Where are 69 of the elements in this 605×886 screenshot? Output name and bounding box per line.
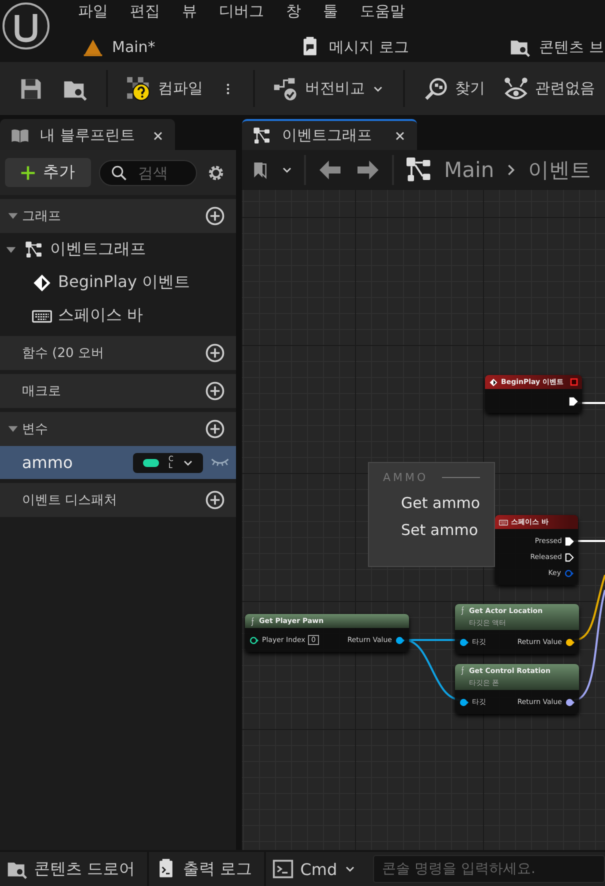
tree-item[interactable]: 이벤트그래프 xyxy=(0,233,236,266)
document-tab[interactable]: 콘텐츠 브 xyxy=(539,38,604,56)
menu-item[interactable]: 파일 xyxy=(74,2,126,20)
menu-heading: AMMO xyxy=(383,471,428,484)
find-icon xyxy=(423,76,449,102)
menu-item[interactable]: 툴 xyxy=(319,2,356,20)
document-tab[interactable]: Main* xyxy=(112,38,156,56)
breadcrumb-item[interactable]: Main xyxy=(444,158,494,182)
section-title: 매크로 xyxy=(21,383,62,400)
event-diamond-icon xyxy=(32,272,52,292)
menu-item[interactable]: 뷰 xyxy=(178,2,215,20)
tab-label: 이벤트그래프 xyxy=(282,126,373,145)
console-field[interactable]: 콘솔 명령을 입력하세요. xyxy=(382,861,604,877)
data-pin[interactable] xyxy=(565,638,575,646)
section-title: 함수 (20 오버 xyxy=(21,345,105,362)
find-button[interactable]: 찾기 xyxy=(417,72,491,106)
exec-pin[interactable] xyxy=(569,396,578,406)
delegate-pin-icon xyxy=(570,378,578,386)
data-pin[interactable] xyxy=(565,698,575,706)
function-icon xyxy=(459,606,466,615)
compile-icon xyxy=(126,76,152,102)
eye-icon xyxy=(503,76,529,102)
data-pin[interactable] xyxy=(395,636,405,644)
diff-icon xyxy=(273,76,299,102)
add-icon[interactable] xyxy=(204,489,226,511)
menu-item[interactable]: 창 xyxy=(282,2,319,20)
tab-label: 내 블루프린트 xyxy=(40,126,136,145)
menu-item[interactable]: 디버그 xyxy=(215,2,282,20)
menu-item[interactable]: Get ammo xyxy=(383,490,480,517)
exec-pin[interactable] xyxy=(565,536,574,546)
add-button[interactable]: 추가 xyxy=(5,158,91,187)
menu-item[interactable]: 편집 xyxy=(126,2,178,20)
graph-icon xyxy=(24,240,44,260)
search-field[interactable]: 검색 xyxy=(138,164,186,182)
tree-item[interactable]: 스페이스 바 xyxy=(0,299,236,332)
plus-icon xyxy=(19,164,37,182)
search-icon xyxy=(110,164,128,182)
function-icon xyxy=(459,666,466,675)
cmd-button[interactable]: Cmd xyxy=(266,852,370,886)
content-drawer-button[interactable]: 콘텐츠 드로어 xyxy=(0,852,150,886)
add-icon[interactable] xyxy=(204,205,226,227)
search-box[interactable]: 검색 xyxy=(99,160,197,186)
function-icon xyxy=(249,616,256,626)
section-title: 변수 xyxy=(21,421,49,438)
add-icon[interactable] xyxy=(204,342,226,364)
menu-item[interactable]: Set ammo xyxy=(383,517,480,544)
event-diamond-icon xyxy=(489,378,498,386)
data-pin[interactable] xyxy=(459,638,469,646)
keyboard-icon xyxy=(499,518,508,526)
output-log-button[interactable]: 출력 로그 xyxy=(149,852,266,886)
add-icon[interactable] xyxy=(204,418,226,440)
panel-tab[interactable]: 이벤트그래프 xyxy=(242,119,417,150)
hide-unrelated-button[interactable]: 관련없음 xyxy=(497,72,601,106)
data-pin[interactable] xyxy=(459,698,469,706)
add-icon[interactable] xyxy=(204,380,226,402)
document-tab[interactable]: 메시지 로그 xyxy=(329,38,409,56)
menu-item[interactable]: 도움말 xyxy=(356,2,423,20)
section-title: 이벤트 디스패처 xyxy=(21,492,118,509)
section-title: 그래프 xyxy=(21,208,62,225)
panel-tab[interactable]: 내 블루프린트 xyxy=(0,119,175,150)
diff-button[interactable]: 버전비교 xyxy=(267,72,391,106)
compile-button[interactable]: 컴파일 xyxy=(120,72,209,106)
exec-pin[interactable] xyxy=(565,552,574,562)
graph-icon xyxy=(252,126,272,146)
breadcrumb-item[interactable]: 이벤트 xyxy=(528,156,592,184)
data-pin[interactable] xyxy=(249,636,259,644)
console-box[interactable]: 콘솔 명령을 입력하세요. xyxy=(373,855,605,883)
tree-item[interactable]: BeginPlay 이벤트 xyxy=(0,266,236,299)
terminal-icon xyxy=(272,858,294,880)
